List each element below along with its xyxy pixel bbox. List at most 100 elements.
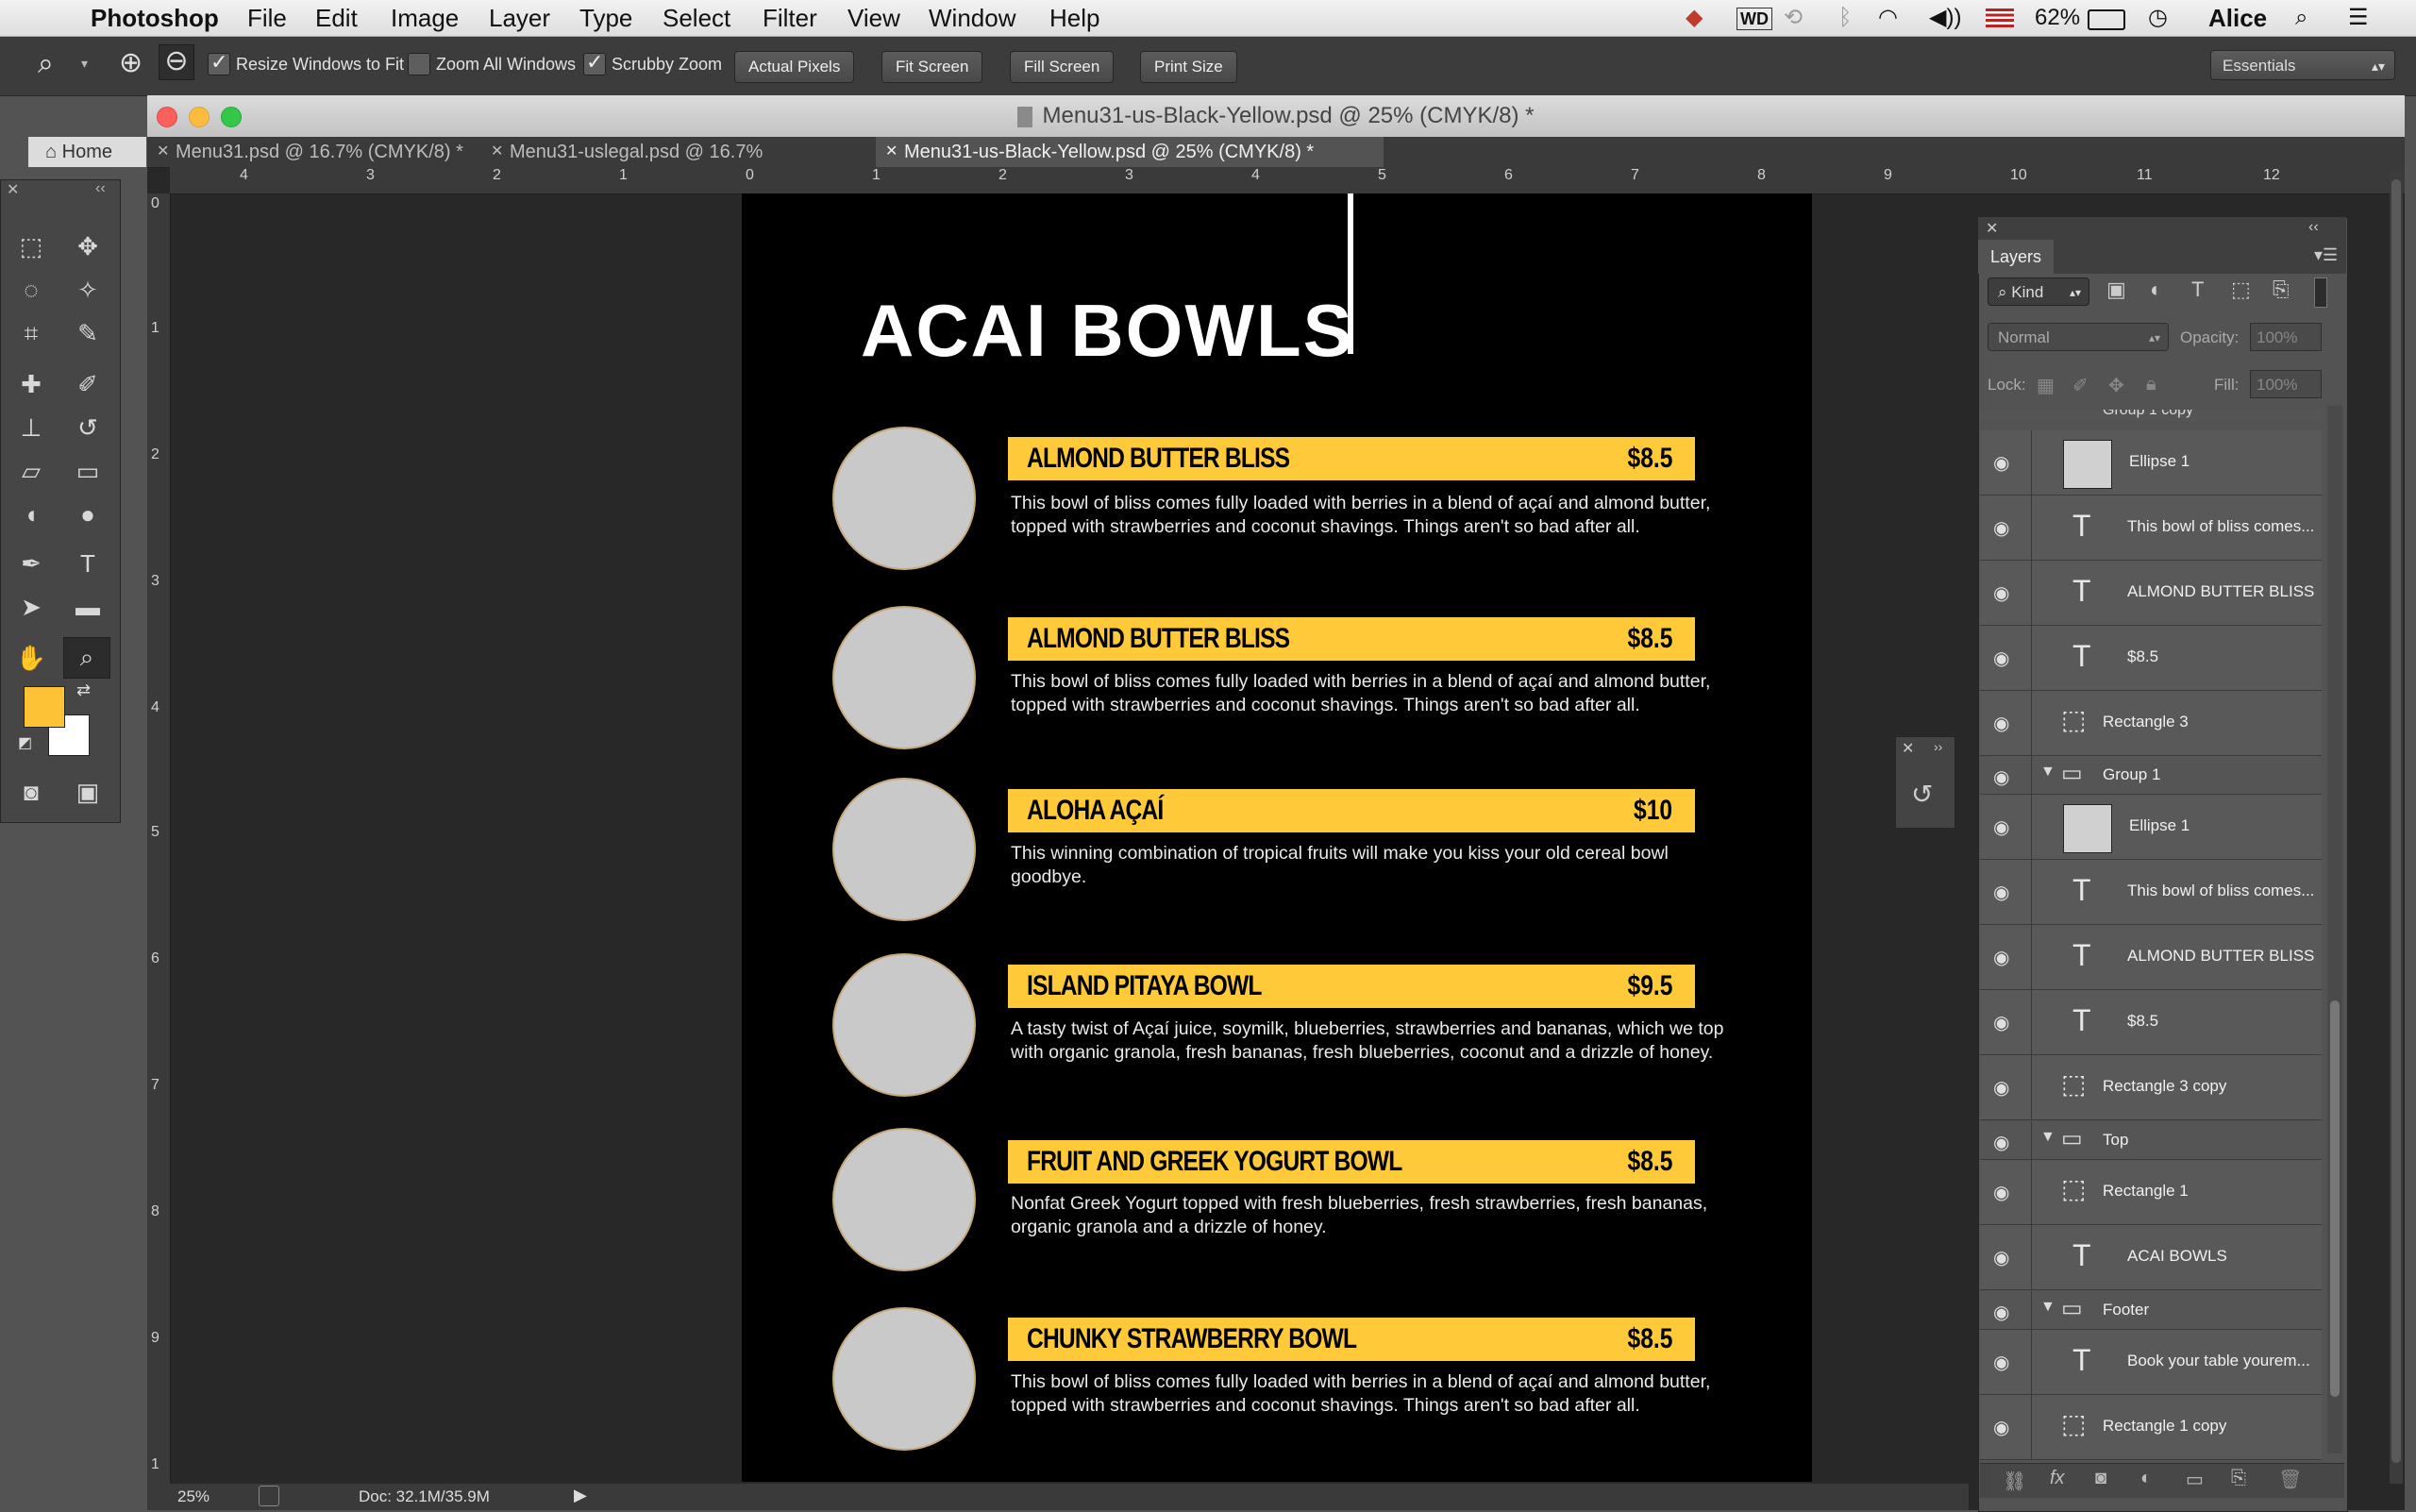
menu-layer[interactable]: Layer bbox=[489, 4, 550, 32]
visibility-eye-icon[interactable]: ◉ bbox=[1993, 946, 2009, 969]
visibility-eye-icon[interactable]: ◉ bbox=[1993, 1416, 2009, 1439]
minimize-window-button[interactable] bbox=[189, 107, 210, 127]
visibility-eye-icon[interactable]: ◉ bbox=[1993, 815, 2009, 839]
layer-row[interactable]: ◉ ▼ ▭ Top bbox=[1980, 1121, 2322, 1160]
share-icon[interactable] bbox=[259, 1486, 279, 1506]
menu-edit[interactable]: Edit bbox=[315, 4, 358, 32]
type-tool-icon[interactable]: T bbox=[67, 545, 109, 582]
visibility-eye-icon[interactable]: ◉ bbox=[1993, 881, 2009, 904]
foreground-color-swatch-front[interactable] bbox=[24, 686, 65, 728]
pen-tool-icon[interactable]: ✒ bbox=[10, 545, 52, 582]
history-brush-icon[interactable]: ↺ bbox=[67, 409, 109, 446]
lock-image-icon[interactable]: ✐ bbox=[2072, 374, 2089, 397]
horizontal-ruler[interactable]: 4 3 2 1 0 1 2 3 4 5 6 7 8 9 10 11 12 bbox=[170, 167, 2405, 194]
menu-filter[interactable]: Filter bbox=[763, 4, 817, 32]
visibility-eye-icon[interactable]: ◉ bbox=[1993, 765, 2009, 789]
tab-menu31-black-yellow[interactable]: ✕ Menu31-us-Black-Yellow.psd @ 25% (CMYK/… bbox=[876, 137, 1384, 167]
filter-type-icon[interactable]: T bbox=[2191, 277, 2204, 302]
fill-field[interactable]: 100% bbox=[2250, 370, 2322, 398]
canvas-scroll-thumb[interactable] bbox=[2391, 179, 2401, 1463]
tool-preset-chevron-icon[interactable]: ▾ bbox=[81, 56, 88, 72]
zoom-in-icon[interactable]: ⊕ bbox=[119, 46, 143, 79]
app-menu[interactable]: Photoshop bbox=[91, 4, 219, 32]
layer-row[interactable]: ◉ T ACAI BOWLS bbox=[1980, 1225, 2322, 1290]
magic-wand-icon[interactable]: ✧ bbox=[67, 271, 109, 309]
delete-layer-icon[interactable]: 🗑︎ bbox=[2278, 1468, 2302, 1491]
expand-panel-icon[interactable]: ›› bbox=[1934, 739, 1942, 754]
brush-tool-icon[interactable]: ✐ bbox=[67, 365, 109, 403]
close-tab-icon[interactable]: ✕ bbox=[885, 137, 898, 167]
visibility-eye-icon[interactable]: ◉ bbox=[1993, 712, 2009, 735]
flag-icon[interactable] bbox=[1986, 8, 2014, 27]
visibility-eye-icon[interactable]: ◉ bbox=[1993, 1246, 2009, 1269]
path-selection-icon[interactable]: ➤ bbox=[10, 588, 52, 626]
blur-tool-icon[interactable]: ◖ bbox=[10, 496, 52, 533]
time-machine-icon[interactable]: ⟲ bbox=[1784, 4, 1803, 32]
wd-icon[interactable]: WD bbox=[1736, 8, 1772, 30]
home-tab[interactable]: ⌂ Home bbox=[28, 137, 146, 167]
filter-smart-object-icon[interactable]: ⎘ bbox=[2273, 277, 2290, 302]
filter-shape-icon[interactable]: ⬚ bbox=[2231, 277, 2251, 302]
group-expand-chevron-icon[interactable]: ▼ bbox=[2040, 1299, 2055, 1316]
eraser-tool-icon[interactable]: ▱ bbox=[10, 452, 52, 490]
link-layers-icon[interactable]: ⛓ bbox=[2003, 1470, 2026, 1493]
move-tool-icon[interactable]: ✥ bbox=[67, 227, 109, 265]
layer-row[interactable]: ◉ T ALMOND BUTTER BLISS bbox=[1980, 561, 2322, 626]
menu-window[interactable]: Window bbox=[929, 4, 1015, 32]
layer-row-partial[interactable]: Group 1 copy bbox=[1980, 410, 2322, 421]
blend-mode-select[interactable]: Normal ▴▾ bbox=[1988, 323, 2169, 351]
close-panel-icon[interactable]: ✕ bbox=[7, 180, 19, 199]
spotlight-icon[interactable]: ⌕ bbox=[2295, 4, 2307, 32]
menu-view[interactable]: View bbox=[847, 4, 900, 32]
visibility-eye-icon[interactable]: ◉ bbox=[1993, 516, 2009, 540]
group-expand-chevron-icon[interactable]: ▼ bbox=[2040, 1129, 2055, 1146]
fx-icon[interactable]: fx bbox=[2050, 1468, 2065, 1489]
status-menu-arrow-icon[interactable]: ▶ bbox=[574, 1486, 587, 1505]
opacity-field[interactable]: 100% bbox=[2250, 323, 2322, 351]
visibility-eye-icon[interactable]: ◉ bbox=[1993, 1181, 2009, 1204]
lasso-tool-icon[interactable]: ◌ bbox=[10, 271, 52, 309]
screen-mode-icon[interactable]: ▣ bbox=[67, 773, 109, 811]
layer-filter-select[interactable]: ⌕ Kind ▴▾ bbox=[1988, 277, 2089, 306]
layer-row[interactable]: ◉ T ALMOND BUTTER BLISS bbox=[1980, 925, 2322, 990]
filter-adjustment-icon[interactable]: ◐ bbox=[2150, 277, 2162, 302]
battery-percent[interactable]: 62% bbox=[2035, 4, 2080, 32]
zoom-window-button[interactable] bbox=[221, 107, 242, 127]
visibility-eye-icon[interactable]: ◉ bbox=[1993, 1076, 2009, 1100]
menu-image[interactable]: Image bbox=[391, 4, 459, 32]
new-layer-icon[interactable]: ⎘ bbox=[2231, 1468, 2246, 1489]
layer-row[interactable]: ◉ T $8.5 bbox=[1980, 990, 2322, 1055]
close-panel-icon[interactable]: ✕ bbox=[1902, 739, 1914, 758]
hand-tool-icon[interactable]: ✋ bbox=[10, 639, 52, 677]
layer-row[interactable]: ◉ T $8.5 bbox=[1980, 626, 2322, 691]
group-expand-chevron-icon[interactable]: ▼ bbox=[2040, 764, 2055, 781]
battery-icon[interactable] bbox=[2088, 9, 2125, 30]
layer-row[interactable]: ◉ T This bowl of bliss comes... bbox=[1980, 496, 2322, 561]
gradient-tool-icon[interactable]: ▭ bbox=[67, 452, 109, 490]
lock-transparent-icon[interactable]: ▦ bbox=[2037, 374, 2055, 397]
collapse-panel-icon[interactable]: ‹‹ bbox=[2308, 219, 2319, 236]
visibility-eye-icon[interactable]: ◉ bbox=[1993, 451, 2009, 475]
layer-row[interactable]: ◉ Ellipse 1 bbox=[1980, 795, 2322, 860]
layer-row[interactable]: ◉ T Book your table yourem... bbox=[1980, 1330, 2322, 1395]
clock-icon[interactable]: ◷ bbox=[2148, 4, 2168, 32]
collapse-panel-icon[interactable]: ‹‹ bbox=[95, 180, 106, 197]
workspace-select[interactable]: Essentials ▴▾ bbox=[2210, 50, 2395, 80]
visibility-eye-icon[interactable]: ◉ bbox=[1993, 581, 2009, 605]
user-name[interactable]: Alice bbox=[2208, 4, 2267, 32]
visibility-eye-icon[interactable]: ◉ bbox=[1993, 1011, 2009, 1034]
scrubby-zoom-checkbox[interactable] bbox=[583, 50, 606, 76]
close-tab-icon[interactable]: ✕ bbox=[157, 137, 169, 167]
wifi-icon[interactable]: ◠ bbox=[1878, 4, 1898, 32]
default-colors-icon[interactable]: ◩ bbox=[18, 733, 32, 752]
close-panel-icon[interactable]: ✕ bbox=[1986, 219, 1998, 238]
menu-type[interactable]: Type bbox=[579, 4, 632, 32]
fit-screen-button[interactable]: Fit Screen bbox=[881, 51, 983, 83]
layers-scrollbar[interactable] bbox=[2327, 406, 2342, 1453]
canvas-vertical-scrollbar[interactable] bbox=[2390, 170, 2403, 1484]
menu-file[interactable]: File bbox=[247, 4, 287, 32]
zoom-level[interactable]: 25% bbox=[177, 1487, 210, 1506]
actual-pixels-button[interactable]: Actual Pixels bbox=[734, 51, 855, 83]
layer-row[interactable]: ◉ ⬚ Rectangle 3 bbox=[1980, 691, 2322, 756]
rectangle-tool-icon[interactable]: ▬ bbox=[67, 588, 109, 626]
